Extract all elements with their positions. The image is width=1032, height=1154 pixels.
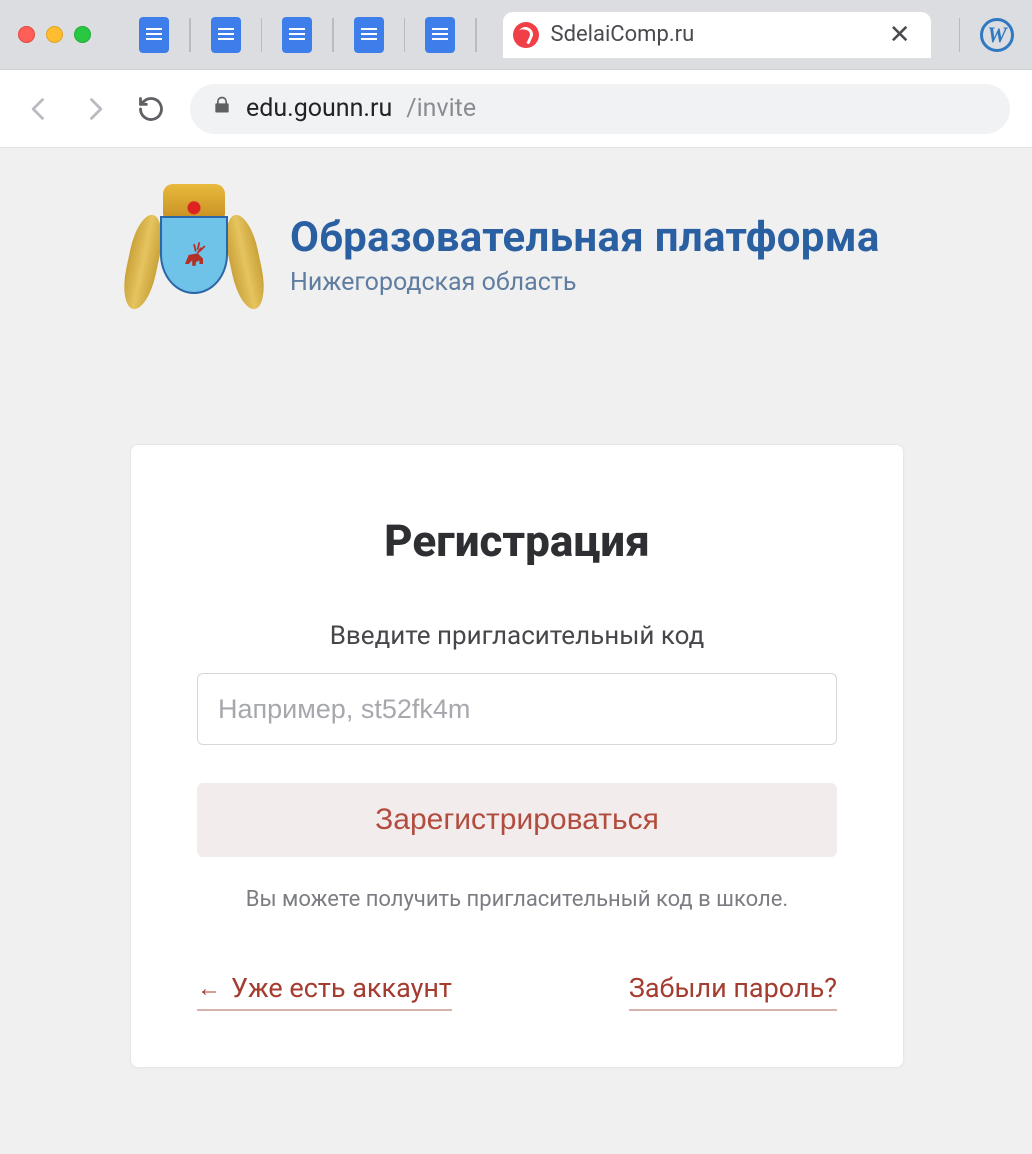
region-crest-icon: [130, 190, 258, 320]
window-traffic-lights: [18, 26, 91, 43]
doc-tab-icon[interactable]: [354, 17, 384, 53]
forgot-password-link[interactable]: Забыли пароль?: [629, 972, 837, 1011]
doc-tab-icon[interactable]: [282, 17, 312, 53]
forgot-password-label: Забыли пароль?: [629, 972, 837, 1004]
invite-code-label: Введите пригласительный код: [197, 621, 837, 651]
tab-separator: [332, 18, 334, 52]
register-button[interactable]: Зарегистрироваться: [197, 783, 837, 857]
arrow-left-icon: ←: [197, 974, 221, 1003]
tab-title: SdelaiComp.ru: [551, 22, 871, 47]
registration-card: Регистрация Введите пригласительный код …: [130, 444, 904, 1068]
doc-tab-icon[interactable]: [425, 17, 455, 53]
tab-favicon-icon: [513, 22, 539, 48]
already-have-account-label: Уже есть аккаунт: [231, 972, 452, 1004]
active-browser-tab[interactable]: SdelaiComp.ru ✕: [503, 12, 931, 58]
url-field[interactable]: edu.gounn.ru/invite: [190, 84, 1010, 134]
wordpress-tab-icon[interactable]: [980, 18, 1014, 52]
doc-tab-icon[interactable]: [211, 17, 241, 53]
card-title: Регистрация: [197, 515, 837, 567]
card-footer-links: ← Уже есть аккаунт Забыли пароль?: [197, 972, 837, 1011]
tab-separator: [189, 18, 191, 52]
url-host: edu.gounn.ru: [246, 94, 392, 123]
nav-back-button[interactable]: [22, 92, 56, 126]
browser-tab-bar: SdelaiComp.ru ✕: [0, 0, 1032, 70]
nav-reload-button[interactable]: [134, 92, 168, 126]
window-minimize-button[interactable]: [46, 26, 63, 43]
brand-title: Образовательная платформа: [290, 213, 880, 262]
tab-separator: [261, 18, 263, 52]
doc-tab-icon[interactable]: [139, 17, 169, 53]
already-have-account-link[interactable]: ← Уже есть аккаунт: [197, 972, 452, 1011]
tab-separator: [404, 18, 406, 52]
lock-icon: [212, 94, 232, 123]
brand-subtitle: Нижегородская область: [290, 268, 880, 297]
tab-close-button[interactable]: ✕: [883, 18, 917, 52]
invite-code-input[interactable]: [197, 673, 837, 745]
window-close-button[interactable]: [18, 26, 35, 43]
tab-separator: [959, 18, 961, 52]
browser-address-bar: edu.gounn.ru/invite: [0, 70, 1032, 148]
nav-forward-button[interactable]: [78, 92, 112, 126]
window-zoom-button[interactable]: [74, 26, 91, 43]
page-content: Образовательная платформа Нижегородская …: [0, 148, 1032, 1154]
site-brand: Образовательная платформа Нижегородская …: [0, 190, 1032, 320]
tab-separator: [475, 18, 477, 52]
url-path: /invite: [406, 94, 476, 123]
help-text: Вы можете получить пригласительный код в…: [197, 887, 837, 912]
